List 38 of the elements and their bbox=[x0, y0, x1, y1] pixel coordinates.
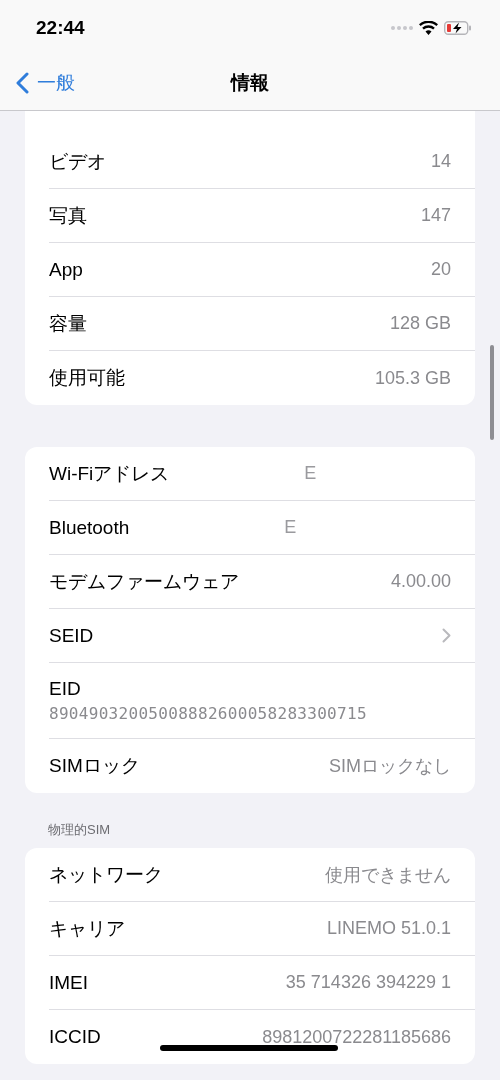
row-value: 8981200722281185686 bbox=[262, 1026, 451, 1048]
row-value: 14 bbox=[430, 151, 451, 172]
chevron-right-icon bbox=[442, 628, 451, 643]
screen-title: 情報 bbox=[231, 71, 269, 95]
row-label: ICCID bbox=[49, 1026, 101, 1048]
battery-charging-icon bbox=[444, 21, 472, 35]
row-value: 20 bbox=[430, 259, 451, 280]
row-label: 容量 bbox=[49, 311, 87, 336]
row-value: 使用できません bbox=[325, 863, 451, 887]
status-time: 22:44 bbox=[36, 17, 85, 39]
row-label: ビデオ bbox=[49, 149, 106, 174]
row-value: SIMロックなし bbox=[329, 755, 451, 778]
row-value: E bbox=[304, 463, 317, 484]
row-label: ネットワーク bbox=[49, 862, 163, 887]
row-value: 35 714326 394229 1 bbox=[285, 972, 451, 993]
row-label: Bluetooth bbox=[49, 516, 130, 539]
row-value: 105.3 GB bbox=[374, 367, 451, 389]
disclosure-row[interactable]: SEID bbox=[49, 609, 475, 663]
back-button[interactable]: 一般 bbox=[16, 70, 75, 96]
row-label: キャリア bbox=[49, 916, 125, 941]
wifi-icon bbox=[419, 21, 438, 35]
row-value: 4.00.00 bbox=[390, 571, 451, 592]
row-label: Wi-Fiアドレス bbox=[49, 461, 170, 486]
row-label: SIMロック bbox=[49, 754, 140, 778]
row-label: IMEI bbox=[49, 971, 89, 994]
section-header: 物理的SIM bbox=[48, 822, 111, 837]
row-value: LINEMO 51.0.1 bbox=[326, 918, 451, 939]
row-label: モデムファームウェア bbox=[49, 569, 239, 594]
row-value: 89049032005008882600058283300715 bbox=[49, 704, 367, 723]
row-value: E bbox=[284, 517, 297, 538]
signal-icon bbox=[391, 26, 413, 30]
row-label: 写真 bbox=[49, 203, 87, 228]
row-value: 128 GB bbox=[389, 313, 451, 334]
row-label: App bbox=[49, 258, 83, 281]
row-value: 147 bbox=[420, 205, 451, 226]
row-label: 使用可能 bbox=[49, 366, 125, 390]
chevron-left-icon bbox=[16, 72, 29, 94]
row-label: EID bbox=[49, 678, 81, 700]
